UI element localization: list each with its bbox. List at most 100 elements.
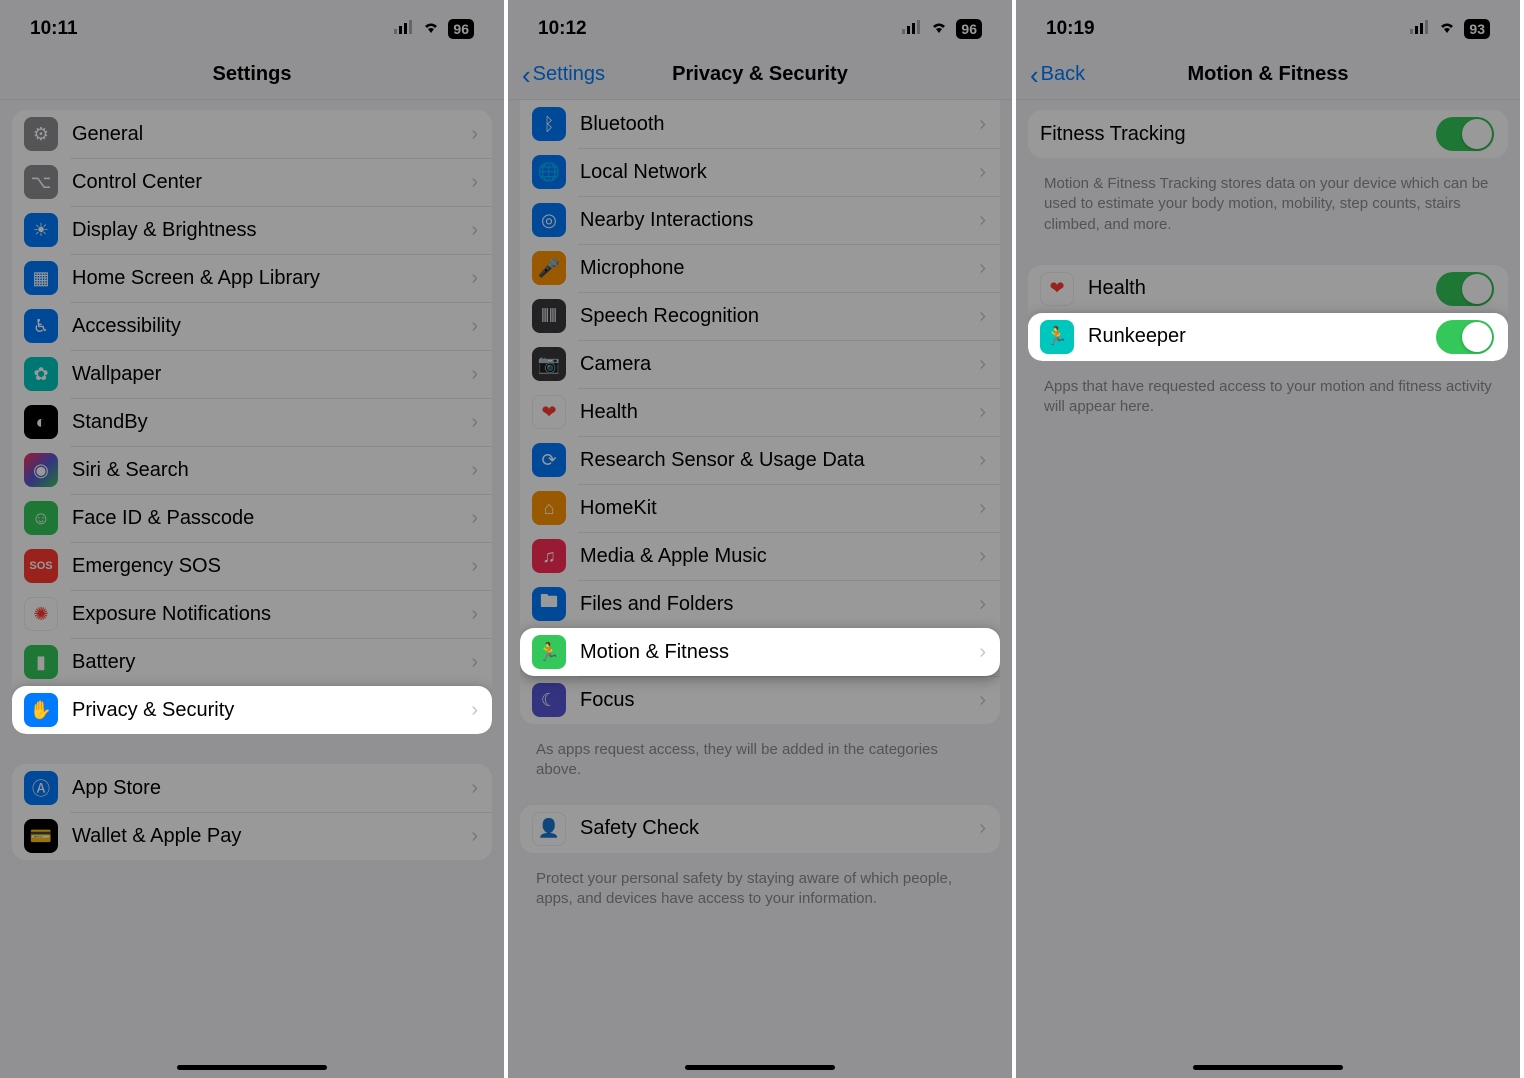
nav-header: ‹Settings Privacy & Security <box>508 50 1012 100</box>
chevron-left-icon: ‹ <box>1030 62 1039 88</box>
back-button[interactable]: ‹Back <box>1030 62 1085 88</box>
status-right: 96 <box>394 18 474 40</box>
back-button[interactable]: ‹Settings <box>522 62 605 88</box>
row-speech[interactable]: ⦀⦀Speech Recognition› <box>520 292 1000 340</box>
music-icon: ♫ <box>532 539 566 573</box>
row-privacy-security[interactable]: ✋Privacy & Security› <box>12 686 492 734</box>
fitness-desc: Motion & Fitness Tracking stores data on… <box>1028 166 1508 235</box>
chevron-right-icon: › <box>471 507 478 530</box>
row-health[interactable]: ❤︎ Health <box>1028 265 1508 313</box>
home-indicator[interactable] <box>685 1065 835 1070</box>
row-emergency-sos[interactable]: SOSEmergency SOS› <box>12 542 492 590</box>
person-check-icon: 👤 <box>532 812 566 846</box>
status-bar: 10:12 96 <box>508 0 1012 50</box>
row-siri[interactable]: ◉Siri & Search› <box>12 446 492 494</box>
row-wallpaper[interactable]: ✿Wallpaper› <box>12 350 492 398</box>
chevron-right-icon: › <box>979 113 986 136</box>
hand-icon: ✋ <box>24 693 58 727</box>
status-time: 10:11 <box>30 18 78 40</box>
row-face-id[interactable]: ☺︎Face ID & Passcode› <box>12 494 492 542</box>
row-standby[interactable]: ◐StandBy› <box>12 398 492 446</box>
chevron-right-icon: › <box>471 411 478 434</box>
row-wallet[interactable]: 💳Wallet & Apple Pay› <box>12 812 492 860</box>
row-bluetooth[interactable]: ᛒBluetooth› <box>520 100 1000 148</box>
switches-icon: ⌥ <box>24 165 58 199</box>
nav-header: Settings <box>0 50 504 100</box>
status-time: 10:12 <box>538 18 587 40</box>
wifi-icon <box>929 18 949 40</box>
chevron-right-icon: › <box>979 257 986 280</box>
chevron-right-icon: › <box>471 555 478 578</box>
settings-group-2: ⒶApp Store› 💳Wallet & Apple Pay› <box>12 764 492 860</box>
screen-settings: 10:11 96 Settings ⚙︎General› ⌥Control Ce… <box>0 0 508 1078</box>
clock-icon: ◐ <box>24 405 58 439</box>
row-battery[interactable]: ▮Battery› <box>12 638 492 686</box>
folder-icon: 🖿 <box>532 587 566 621</box>
status-bar: 10:11 96 <box>0 0 504 50</box>
running-icon: 🏃 <box>532 635 566 669</box>
row-safety-check[interactable]: 👤Safety Check› <box>520 805 1000 853</box>
apps-group: ❤︎ Health 🏃 Runkeeper <box>1028 265 1508 361</box>
chevron-right-icon: › <box>979 593 986 616</box>
row-homekit[interactable]: ⌂HomeKit› <box>520 484 1000 532</box>
chevron-right-icon: › <box>471 315 478 338</box>
row-runkeeper[interactable]: 🏃 Runkeeper <box>1028 313 1508 361</box>
cellular-icon <box>1410 18 1430 40</box>
row-camera[interactable]: 📷Camera› <box>520 340 1000 388</box>
row-accessibility[interactable]: ♿︎Accessibility› <box>12 302 492 350</box>
waveform-icon: ⦀⦀ <box>532 299 566 333</box>
row-motion-fitness[interactable]: 🏃Motion & Fitness› <box>520 628 1000 676</box>
cellular-icon <box>902 18 922 40</box>
sun-icon: ☀︎ <box>24 213 58 247</box>
siri-icon: ◉ <box>24 453 58 487</box>
status-bar: 10:19 93 <box>1016 0 1520 50</box>
row-health[interactable]: ❤︎Health› <box>520 388 1000 436</box>
runkeeper-toggle[interactable] <box>1436 320 1494 354</box>
row-general[interactable]: ⚙︎General› <box>12 110 492 158</box>
apps-desc: Apps that have requested access to your … <box>1028 369 1508 418</box>
home-indicator[interactable] <box>177 1065 327 1070</box>
research-icon: ⟳ <box>532 443 566 477</box>
row-fitness-tracking[interactable]: Fitness Tracking <box>1028 110 1508 158</box>
fitness-tracking-group: Fitness Tracking <box>1028 110 1508 158</box>
row-control-center[interactable]: ⌥Control Center› <box>12 158 492 206</box>
chevron-right-icon: › <box>979 497 986 520</box>
home-indicator[interactable] <box>1193 1065 1343 1070</box>
health-toggle[interactable] <box>1436 272 1494 306</box>
chevron-right-icon: › <box>471 219 478 242</box>
status-right: 96 <box>902 18 982 40</box>
grid-icon: ▦ <box>24 261 58 295</box>
battery-row-icon: ▮ <box>24 645 58 679</box>
row-exposure[interactable]: ✺Exposure Notifications› <box>12 590 492 638</box>
footer-text-1: As apps request access, they will be add… <box>520 732 1000 781</box>
row-app-store[interactable]: ⒶApp Store› <box>12 764 492 812</box>
row-research[interactable]: ⟳Research Sensor & Usage Data› <box>520 436 1000 484</box>
battery-icon: 96 <box>956 19 982 39</box>
row-display-brightness[interactable]: ☀︎Display & Brightness› <box>12 206 492 254</box>
chevron-right-icon: › <box>471 777 478 800</box>
row-home-screen[interactable]: ▦Home Screen & App Library› <box>12 254 492 302</box>
home-icon: ⌂ <box>532 491 566 525</box>
row-microphone[interactable]: 🎤Microphone› <box>520 244 1000 292</box>
row-files[interactable]: 🖿Files and Folders› <box>520 580 1000 628</box>
heart-icon: ❤︎ <box>532 395 566 429</box>
row-focus[interactable]: ☾Focus› <box>520 676 1000 724</box>
battery-icon: 93 <box>1464 19 1490 39</box>
fitness-tracking-toggle[interactable] <box>1436 117 1494 151</box>
chevron-left-icon: ‹ <box>522 62 531 88</box>
settings-group-1: ⚙︎General› ⌥Control Center› ☀︎Display & … <box>12 110 492 734</box>
nearby-icon: ◎ <box>532 203 566 237</box>
exposure-icon: ✺ <box>24 597 58 631</box>
wifi-icon <box>421 18 441 40</box>
camera-icon: 📷 <box>532 347 566 381</box>
chevron-right-icon: › <box>979 401 986 424</box>
chevron-right-icon: › <box>471 699 478 722</box>
wallet-icon: 💳 <box>24 819 58 853</box>
row-media[interactable]: ♫Media & Apple Music› <box>520 532 1000 580</box>
chevron-right-icon: › <box>979 209 986 232</box>
row-local-network[interactable]: 🌐Local Network› <box>520 148 1000 196</box>
row-nearby[interactable]: ◎Nearby Interactions› <box>520 196 1000 244</box>
chevron-right-icon: › <box>979 641 986 664</box>
mic-icon: 🎤 <box>532 251 566 285</box>
screen-motion-fitness: 10:19 93 ‹Back Motion & Fitness Fitness … <box>1016 0 1524 1078</box>
